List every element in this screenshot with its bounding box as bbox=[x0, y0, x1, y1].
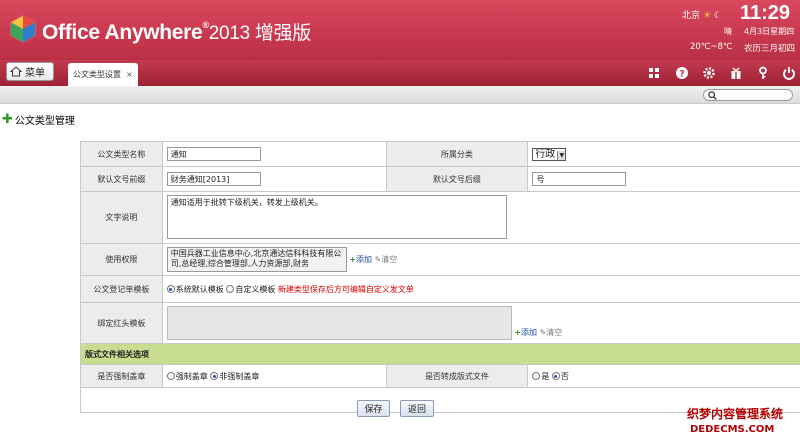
seal-optional-radio[interactable] bbox=[210, 372, 219, 380]
redhead-label: 绑定红头模板 bbox=[80, 302, 163, 344]
category-select-value: 行政 bbox=[535, 148, 556, 160]
seal-optional-label: 非强制盖章 bbox=[219, 371, 260, 381]
category-select[interactable]: 行政 ▼ bbox=[532, 147, 567, 161]
sun-icon: ☀ bbox=[702, 11, 711, 21]
help-icon[interactable]: ? bbox=[675, 66, 689, 80]
prefix-label: 默认文号前缀 bbox=[80, 166, 163, 192]
toolbar-strip bbox=[0, 86, 800, 104]
template-default-radio[interactable] bbox=[166, 285, 175, 293]
convert-yes-radio[interactable] bbox=[532, 372, 541, 380]
weather-condition: 晴 bbox=[724, 27, 732, 36]
seal-force-radio[interactable] bbox=[166, 372, 175, 380]
save-button[interactable]: 保存 bbox=[357, 400, 390, 417]
permission-list[interactable]: 中国兵器工业信息中心,北京通达信科科技有限公司,总经理,综合管理部,人力资源部,… bbox=[166, 247, 347, 272]
grid-icon[interactable] bbox=[647, 66, 661, 80]
key-icon[interactable] bbox=[756, 66, 770, 80]
redhead-template-list[interactable] bbox=[166, 306, 512, 340]
suffix-label: 默认文号后缀 bbox=[385, 166, 529, 192]
search-input[interactable] bbox=[703, 89, 793, 101]
redhead-add-link[interactable]: 添加 bbox=[521, 328, 537, 337]
watermark-domain: DEDECMS.COM bbox=[690, 424, 775, 435]
menu-label: 菜单 bbox=[25, 68, 45, 79]
template-label: 公文登记单模板 bbox=[80, 275, 163, 303]
permission-add-link[interactable]: 添加 bbox=[356, 255, 372, 264]
power-icon[interactable] bbox=[782, 66, 796, 80]
moon-icon: ☾ bbox=[713, 11, 722, 21]
convert-label: 是否转成版式文件 bbox=[385, 364, 529, 388]
search-icon bbox=[708, 91, 717, 100]
watermark: 织梦内容管理系统 bbox=[687, 407, 784, 421]
permission-clear-link[interactable]: 清空 bbox=[381, 255, 397, 264]
suffix-field[interactable]: 号 bbox=[532, 172, 627, 186]
plus-icon: ✚ bbox=[2, 111, 13, 127]
menu-button[interactable]: 菜单 bbox=[6, 62, 54, 81]
permission-label: 使用权限 bbox=[80, 243, 163, 276]
tab-document-type-settings[interactable]: 公文类型设置 × bbox=[68, 63, 138, 86]
document-type-form: 公文类型名称 通知 所属分类 行政 ▼ 默认文号前缀 财务通知[2013] 默认文… bbox=[80, 141, 800, 413]
brand-title: Office Anywhere®2013 增强版 bbox=[42, 20, 311, 44]
home-icon bbox=[10, 66, 22, 77]
gift-icon[interactable] bbox=[729, 66, 743, 80]
template-note: 新建类型保存后方可编辑自定义发文单 bbox=[277, 284, 414, 294]
date: 4月3日星期四 bbox=[744, 27, 795, 36]
type-name-field[interactable]: 通知 bbox=[166, 147, 261, 161]
category-label: 所属分类 bbox=[385, 141, 529, 167]
page-title: ✚ 公文类型管理 bbox=[2, 111, 75, 128]
convert-no-radio[interactable] bbox=[551, 372, 560, 380]
weather-city: 北京 ☀ ☾ bbox=[682, 11, 722, 21]
seal-label: 是否强制盖章 bbox=[80, 364, 163, 388]
office-anywhere-logo-icon bbox=[10, 15, 36, 43]
redhead-clear-link[interactable]: 清空 bbox=[546, 328, 562, 337]
tab-label: 公文类型设置 bbox=[73, 70, 121, 79]
convert-yes-label: 是 bbox=[541, 371, 550, 381]
svg-text:?: ? bbox=[679, 70, 684, 80]
prefix-field[interactable]: 财务通知[2013] bbox=[166, 172, 261, 186]
template-custom-label: 自定义模板 bbox=[235, 284, 276, 294]
lunar-date: 农历三月初四 bbox=[744, 44, 796, 54]
description-textarea[interactable]: 通知适用于批转下级机关，转发上级机关。 bbox=[166, 195, 507, 239]
template-custom-radio[interactable] bbox=[226, 285, 235, 293]
settings-icon[interactable] bbox=[702, 66, 716, 80]
convert-no-label: 否 bbox=[560, 371, 569, 381]
clock: 11:29 bbox=[740, 2, 791, 24]
seal-force-label: 强制盖章 bbox=[175, 371, 208, 381]
template-default-label: 系统默认模板 bbox=[175, 284, 224, 294]
section-format-options: 版式文件相关选项 bbox=[80, 343, 800, 365]
page-title-text: 公文类型管理 bbox=[14, 116, 75, 127]
chevron-down-icon: ▼ bbox=[557, 150, 566, 160]
back-button[interactable]: 返回 bbox=[400, 400, 434, 417]
tab-close-icon[interactable]: × bbox=[126, 70, 133, 79]
description-label: 文字说明 bbox=[80, 191, 163, 244]
type-name-label: 公文类型名称 bbox=[80, 141, 163, 167]
temperature: 20℃~8℃ bbox=[690, 42, 733, 52]
